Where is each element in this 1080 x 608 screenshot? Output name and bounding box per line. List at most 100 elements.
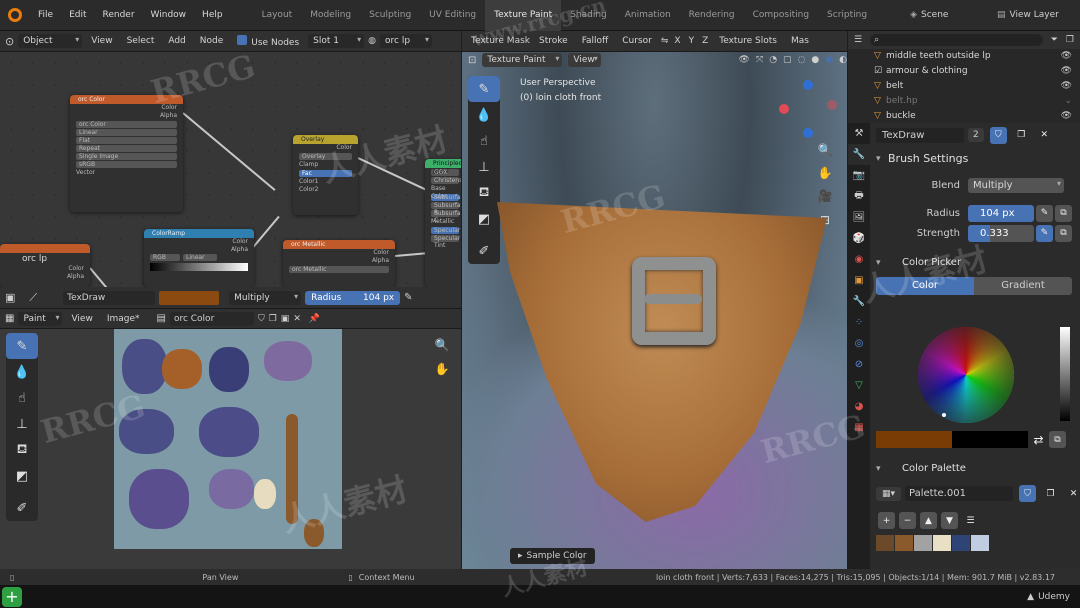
eye-icon[interactable]: 👁 xyxy=(1061,64,1072,79)
tab-texture-paint[interactable]: Texture Paint xyxy=(485,0,562,31)
strength-mode-icon[interactable]: ⧉ xyxy=(1055,224,1072,242)
menu-select[interactable]: Select xyxy=(122,36,160,46)
node-clamp-label[interactable]: Clamp xyxy=(293,161,358,169)
node-row[interactable]: Subsurface xyxy=(431,194,461,201)
paint-mode-icon[interactable]: ⊡ xyxy=(468,55,476,66)
brush-settings-panel[interactable]: Brush Settings xyxy=(870,147,1080,171)
brush-name-field[interactable]: TexDraw xyxy=(63,290,156,305)
add-color-icon[interactable]: + xyxy=(878,512,895,529)
soften-tool-icon[interactable]: 💧 xyxy=(6,359,38,385)
outliner-item[interactable]: ☑ armour & clothing 👁 xyxy=(848,64,1080,79)
pen-pressure-icon[interactable]: ✎ xyxy=(404,292,412,303)
shield-icon[interactable]: ⛉ xyxy=(258,314,265,324)
outliner[interactable]: ☰ ⌕ ⏷ ❐ ▽ middle teeth outside lp 👁 ☑ armou… xyxy=(848,31,1080,123)
tab-rendering[interactable]: Rendering xyxy=(680,0,744,31)
remove-color-icon[interactable]: − xyxy=(899,512,916,529)
node-principled-bsdf[interactable]: Principled BSDF GGX Christensen Base Col… xyxy=(425,159,461,287)
node-row[interactable]: Christensen xyxy=(431,177,461,184)
ramp-interp-field[interactable]: Linear xyxy=(183,254,217,261)
paint-mode-dropdown[interactable]: Paint xyxy=(18,311,63,326)
color-mode-icon[interactable]: ⧉ xyxy=(1049,431,1066,448)
brush-icon[interactable]: ⟋ xyxy=(29,291,37,305)
render-icon[interactable]: 📷 xyxy=(848,165,870,186)
pan-hand-icon[interactable]: ✋ xyxy=(815,163,835,183)
visibility-icon[interactable]: 👁 xyxy=(739,55,750,65)
color-wheel[interactable] xyxy=(918,327,1014,423)
node-image-field[interactable]: orc Color xyxy=(76,121,177,128)
menu-stroke[interactable]: Stroke xyxy=(534,36,573,46)
sample-color-panel[interactable]: ▸ Sample Color xyxy=(510,548,595,564)
material-shading-icon[interactable]: ◉ xyxy=(825,55,833,65)
output-icon[interactable]: 🖶 xyxy=(848,186,870,207)
tab-modeling[interactable]: Modeling xyxy=(301,0,360,31)
3d-viewport[interactable]: ⊡ Texture Paint View 👁 ⤧ ◔ ▢ ◌ ● ◉ ◐ Use… xyxy=(462,52,847,569)
mask-menu[interactable]: Mas xyxy=(786,36,814,46)
node-image-field[interactable]: orc Metallic xyxy=(289,266,389,273)
close-icon[interactable]: ✕ xyxy=(1036,127,1053,144)
duplicate-icon[interactable]: ❐ xyxy=(1042,485,1059,502)
scene-icon[interactable]: 🎲 xyxy=(848,228,870,249)
menu-window[interactable]: Window xyxy=(143,0,195,31)
menu-add[interactable]: Add xyxy=(163,36,190,46)
palette-swatch[interactable] xyxy=(971,535,989,551)
move-down-icon[interactable]: ▼ xyxy=(941,512,958,529)
color-palette-panel[interactable]: Color Palette xyxy=(870,457,1080,481)
node-row[interactable]: Specular Tint xyxy=(431,235,460,249)
node-blend-field[interactable]: Overlay xyxy=(299,153,352,160)
search-icon[interactable]: ⌕ xyxy=(870,34,1043,46)
node-overlay[interactable]: Overlay Color Overlay Clamp Fac Color1 C… xyxy=(293,135,358,215)
close-icon[interactable]: ✕ xyxy=(293,314,301,324)
mask-tool-icon[interactable]: ◩ xyxy=(468,206,500,232)
filter-icon[interactable]: ⏷ xyxy=(1051,35,1058,45)
menu-image[interactable]: Image* xyxy=(102,314,145,324)
eye-icon[interactable]: 👁 xyxy=(1061,79,1072,94)
annotate-tool-icon[interactable]: ✐ xyxy=(468,238,500,264)
value-slider[interactable] xyxy=(1060,327,1070,421)
node-colorramp[interactable]: ColorRamp Color Alpha RGB Linear xyxy=(144,229,254,287)
slot-dropdown[interactable]: Slot 1 xyxy=(308,34,365,48)
color-picker-panel[interactable]: Color Picker xyxy=(870,251,1080,275)
palette-browse-icon[interactable]: ▦▾ xyxy=(876,486,902,501)
zoom-icon[interactable]: 🔍 xyxy=(432,335,452,355)
clone-tool-icon[interactable]: ⊥ xyxy=(468,154,500,180)
menu-view[interactable]: View xyxy=(568,53,601,67)
draw-tool-icon[interactable]: ✎ xyxy=(468,76,500,102)
outliner-item[interactable]: ▽ belt.hp ⌄ xyxy=(848,94,1080,109)
material-icon[interactable]: ◕ xyxy=(848,396,870,417)
node-orc-metallic[interactable]: orc Metallic Color Alpha orc Metallic xyxy=(283,240,395,287)
data-icon[interactable]: ▽ xyxy=(848,375,870,396)
axis-z-gizmo[interactable] xyxy=(803,80,813,90)
fill-tool-icon[interactable]: ⛾ xyxy=(6,437,38,463)
fake-user-icon[interactable]: ⛉ xyxy=(989,126,1007,144)
sub-menu-label[interactable]: Texture Mask xyxy=(471,36,530,46)
soften-tool-icon[interactable]: 💧 xyxy=(468,102,500,128)
menu-view[interactable]: View xyxy=(86,36,117,46)
fill-tool-icon[interactable]: ⛾ xyxy=(468,180,500,206)
solid-shading-icon[interactable]: ● xyxy=(811,55,819,65)
node-row[interactable]: Subsurface R xyxy=(431,202,461,216)
node-row[interactable]: Subsurface C xyxy=(431,210,461,224)
particles-icon[interactable]: ⁘ xyxy=(848,312,870,333)
zoom-icon[interactable]: 🔍 xyxy=(815,140,835,160)
tab-color[interactable]: Color xyxy=(876,277,974,295)
outliner-icon[interactable]: ☰ xyxy=(854,35,862,45)
duplicate-icon[interactable]: ❐ xyxy=(269,314,277,324)
fake-user-icon[interactable]: ⛉ xyxy=(1019,485,1037,502)
pen-pressure-icon[interactable]: ✎ xyxy=(1036,224,1053,242)
node-fac-field[interactable]: Fac xyxy=(299,170,352,177)
modifier-icon[interactable]: 🔧 xyxy=(848,291,870,312)
paint-mode-icon[interactable]: ▣ xyxy=(5,291,15,304)
physics-icon[interactable]: ◎ xyxy=(848,333,870,354)
tab-shading[interactable]: Shading xyxy=(561,0,616,31)
node-row[interactable]: Specular xyxy=(431,227,460,234)
secondary-color-swatch[interactable] xyxy=(952,431,1028,448)
axis-neg-x-gizmo[interactable] xyxy=(827,100,837,110)
view-layer-name[interactable]: View Layer xyxy=(1010,10,1059,20)
xray-icon[interactable]: ▢ xyxy=(783,55,792,65)
image-editor[interactable]: ✎ 💧 ☝ ⊥ ⛾ ◩ ✐ 🔍 ✋ xyxy=(0,329,461,569)
eye-closed-icon[interactable]: ⌄ xyxy=(1064,94,1072,109)
radius-field[interactable]: 104 px xyxy=(968,204,1034,222)
ramp-mode-field[interactable]: RGB xyxy=(150,254,180,261)
color-wheel-cursor[interactable] xyxy=(942,413,946,417)
close-icon[interactable]: ✕ xyxy=(1065,485,1080,502)
